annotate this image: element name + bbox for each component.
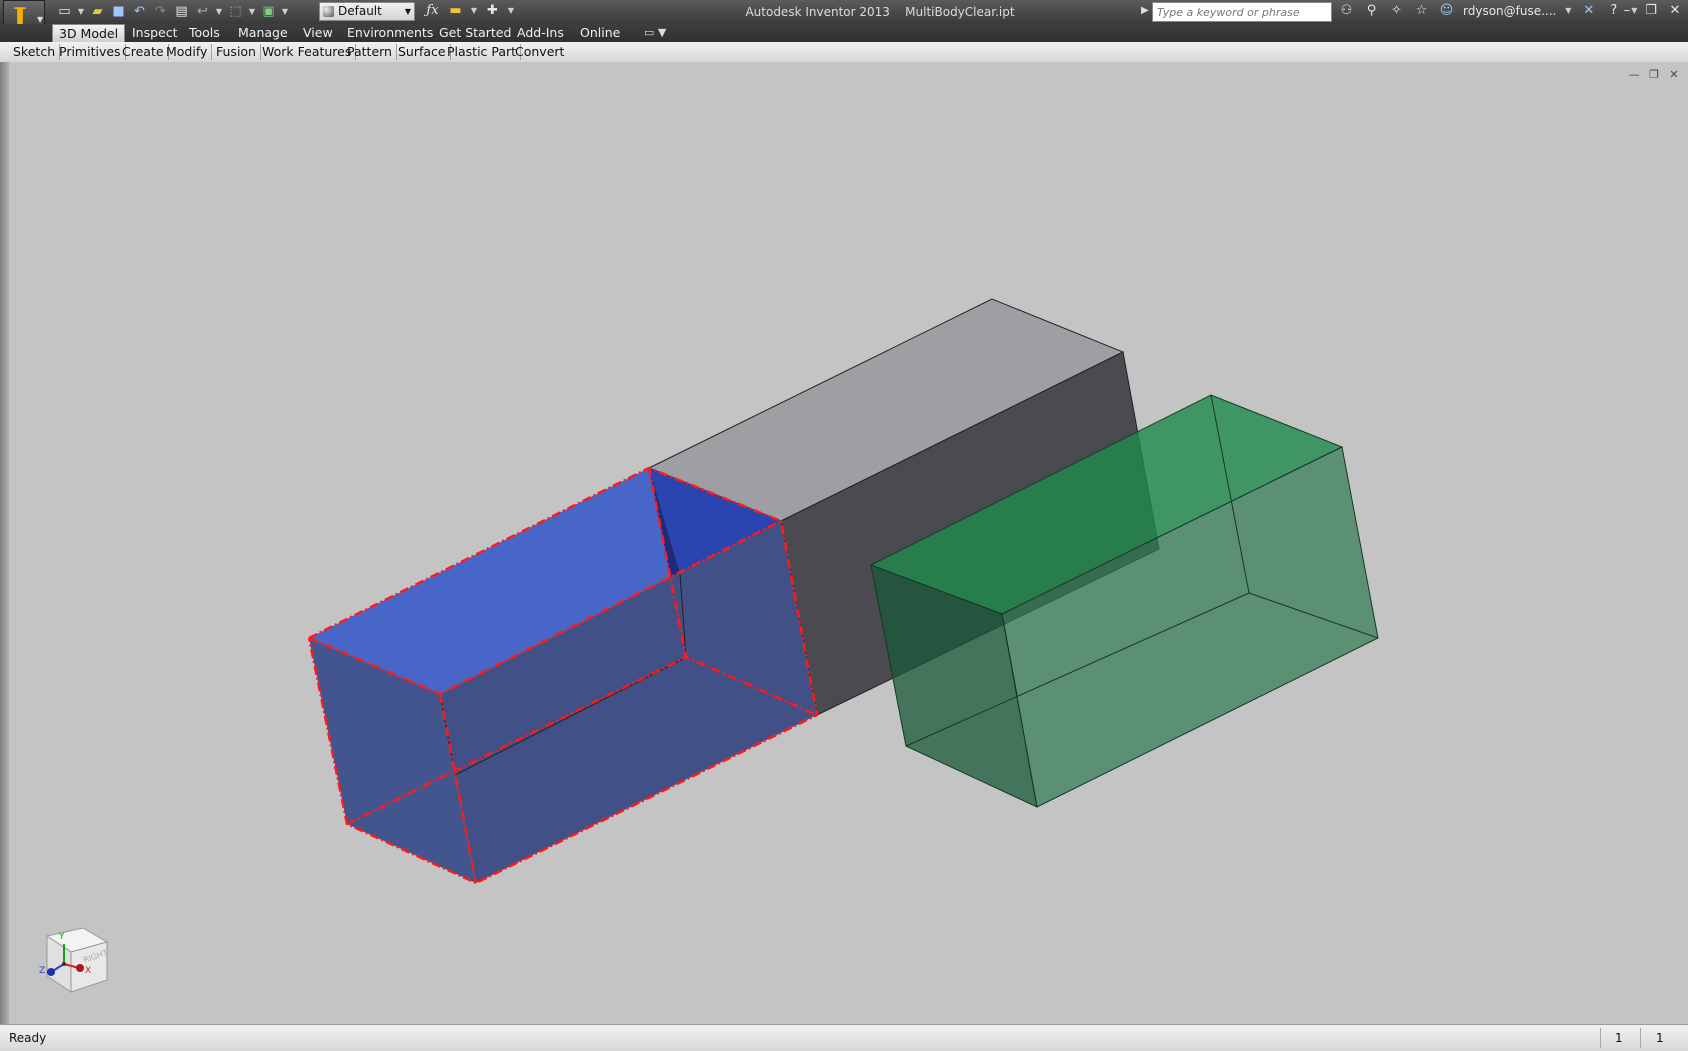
tab-manage[interactable]: Manage [232,24,294,42]
graphics-viewport[interactable]: Y Z X RIGHT — ❐ ✕ [9,62,1688,1024]
viewport-window-controls: — ❐ ✕ [1628,68,1680,81]
close-icon[interactable]: ✕ [1668,68,1680,81]
restore-icon[interactable]: ❐ [1644,2,1658,20]
panel-work-features[interactable]: Work Features [258,44,357,60]
viewcube-axis-y: Y [59,932,65,942]
model-canvas[interactable] [9,62,1688,1024]
ribbon-display-toggle-icon[interactable]: ▭ ▼ [644,26,666,39]
tab-tools[interactable]: Tools [183,24,226,42]
expand-arrow-icon[interactable]: ▶ [1141,5,1149,16]
exchange-icon[interactable]: ✕ [1580,3,1597,19]
binoculars-icon[interactable]: ⚇ [1338,3,1355,19]
chevron-down-icon[interactable]: ▼ [248,4,256,20]
minimize-icon[interactable]: — [1628,68,1640,81]
tab-3d-model[interactable]: 3D Model [52,24,126,42]
print-icon[interactable]: ▤ [173,4,190,20]
info-center-toolbar: ⚇ ⚲ ✧ ☆ ☺ rdyson@fuse.... ▼ ✕ ? ▼ [1338,3,1638,19]
tab-add-ins[interactable]: Add-Ins [511,24,570,42]
panel-fusion[interactable]: Fusion [212,44,261,60]
chevron-down-icon: ▼ [37,15,44,24]
tab-view[interactable]: View [297,24,339,42]
title-bar: I ▼ ▭ ▼ ▰ ■ ↶ ↷ ▤ ↩ ▼ ⬚ ▼ ▣ ▼ Default ▼ … [0,0,1688,40]
status-divider [1600,1028,1601,1048]
window-edge [0,62,9,1024]
quick-access-toolbar: ▭ ▼ ▰ ■ ↶ ↷ ▤ ↩ ▼ ⬚ ▼ ▣ ▼ [56,3,289,21]
viewcube-icon[interactable] [29,922,119,1002]
satellite-icon[interactable]: ✧ [1388,3,1405,19]
chevron-down-icon[interactable]: ▼ [470,3,478,19]
status-bar: Ready 1 1 [0,1024,1688,1051]
redo-icon[interactable]: ↷ [152,4,169,20]
appearance-value: Default [338,4,382,18]
chevron-down-icon[interactable]: ▼ [215,4,223,20]
user-icon[interactable]: ☺ [1438,3,1455,19]
tab-online[interactable]: Online [574,24,626,42]
panel-modify[interactable]: Modify [162,44,213,60]
appearance-select[interactable]: Default ▼ [319,2,415,21]
tab-get-started[interactable]: Get Started [433,24,517,42]
panel-primitives[interactable]: Primitives [55,44,126,60]
appearance-swatch-icon [323,6,334,17]
close-icon[interactable]: ✕ [1668,2,1682,20]
tab-environments[interactable]: Environments [341,24,439,42]
status-count-a: 1 [1615,1031,1623,1045]
panel-create[interactable]: Create [118,44,169,60]
window-title: Autodesk Inventor 2013 MultiBodyClear.ip… [745,5,1015,19]
save-icon[interactable]: ■ [110,4,127,20]
chevron-down-icon[interactable]: ▼ [1564,3,1572,19]
chevron-down-icon[interactable]: ▼ [281,4,289,20]
star-icon[interactable]: ☆ [1413,3,1430,19]
tab-inspect[interactable]: Inspect [126,24,184,42]
viewcube-axis-z: Z [39,966,46,976]
status-text: Ready [9,1031,47,1045]
chevron-down-icon: ▼ [404,7,411,16]
viewcube-axis-x: X [85,966,92,976]
add-icon[interactable]: ✚ [484,3,501,19]
ribbon-tab-bar: 3D Model Inspect Tools Manage View Envir… [0,24,1688,42]
viewcube[interactable]: Y Z X RIGHT [29,922,119,1002]
update-icon[interactable]: ▣ [260,4,277,20]
panel-sketch[interactable]: Sketch [9,44,61,60]
selected-solid-body[interactable] [307,466,819,885]
quick-access-toolbar-2: ƒx ▬ ▼ ✚ ▼ [424,3,515,19]
measure-icon[interactable]: ▬ [447,3,464,19]
restore-icon[interactable]: ❐ [1648,68,1660,81]
status-divider [1640,1028,1641,1048]
panel-pattern[interactable]: Pattern [343,44,397,60]
search-input[interactable] [1152,2,1332,22]
open-icon[interactable]: ▰ [89,4,106,20]
customize-icon[interactable]: ▼ [507,3,515,19]
chevron-down-icon[interactable]: ▼ [77,4,85,20]
minimize-icon[interactable]: – [1620,2,1634,20]
return-icon[interactable]: ↩ [194,4,211,20]
select-icon[interactable]: ⬚ [227,4,244,20]
status-count-b: 1 [1656,1031,1664,1045]
window-controls: – ❐ ✕ [1620,2,1682,20]
panel-plastic-part[interactable]: Plastic Part [443,44,522,60]
new-icon[interactable]: ▭ [56,4,73,20]
function-icon[interactable]: ƒx [424,3,441,19]
panel-convert[interactable]: Convert [511,44,568,60]
undo-icon[interactable]: ↶ [131,4,148,20]
key-icon[interactable]: ⚲ [1363,3,1380,19]
ribbon-panel-bar: Sketch Primitives Create Modify Fusion W… [0,42,1688,63]
user-name[interactable]: rdyson@fuse.... [1463,4,1556,18]
